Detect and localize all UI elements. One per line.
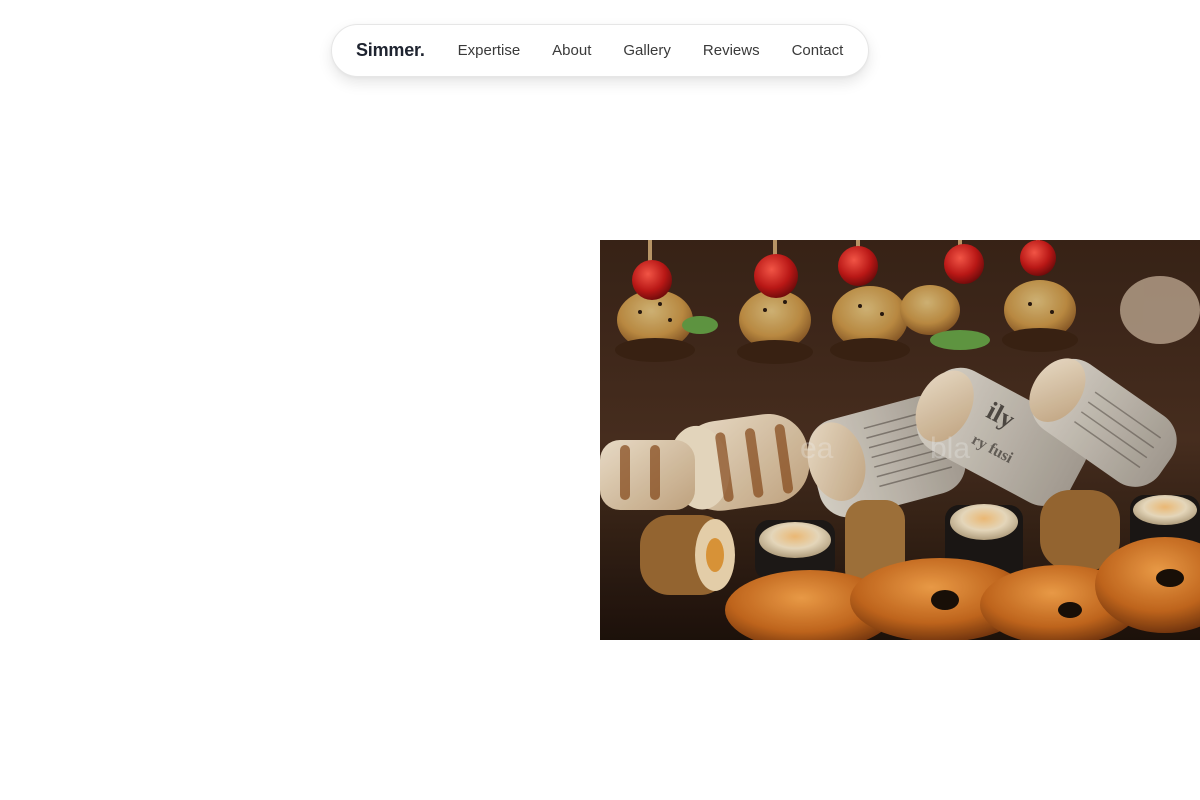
- nav-link-about[interactable]: About: [552, 42, 591, 59]
- nav-link-contact[interactable]: Contact: [792, 42, 844, 59]
- nav-link-gallery[interactable]: Gallery: [623, 42, 671, 59]
- nav-links: Expertise About Gallery Reviews Contact: [458, 42, 844, 59]
- food-platter-illustration: ily ry fusi ea bla: [600, 240, 1200, 640]
- top-navigation-bar: Simmer. Expertise About Gallery Reviews …: [331, 24, 869, 77]
- brand-logo[interactable]: Simmer.: [356, 40, 425, 61]
- hero-food-photo: ily ry fusi ea bla: [600, 240, 1200, 640]
- nav-link-reviews[interactable]: Reviews: [703, 42, 760, 59]
- page: Simmer. Expertise About Gallery Reviews …: [0, 0, 1200, 800]
- nav-link-expertise[interactable]: Expertise: [458, 42, 521, 59]
